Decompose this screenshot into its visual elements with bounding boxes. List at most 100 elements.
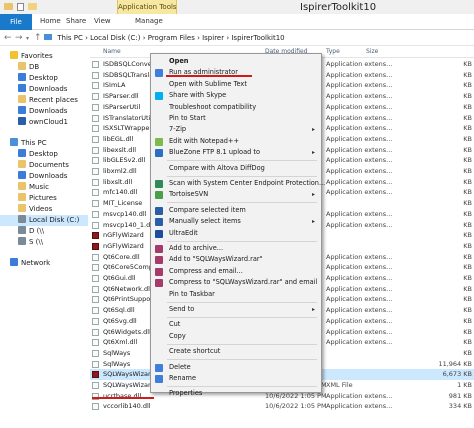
menu-item[interactable]: Scan with System Center Endpoint Protect…: [151, 178, 325, 189]
menu-item-label: Copy: [169, 331, 186, 340]
sidebar-item[interactable]: Recent places: [0, 95, 88, 106]
menu-separator: [167, 385, 317, 387]
documents-icon: [18, 160, 26, 168]
sidebar-item[interactable]: Network: [0, 258, 88, 269]
menu-item[interactable]: Share with Skype: [151, 90, 321, 101]
sidebar-item[interactable]: Pictures: [0, 193, 88, 204]
breadcrumb-item[interactable]: IspirerToolkit10: [231, 34, 284, 42]
menu-item[interactable]: TortoiseSVN ▸: [151, 189, 321, 200]
menu-item[interactable]: Properties: [151, 388, 321, 399]
menu-item[interactable]: Compare with Altova DiffDog: [151, 163, 321, 174]
menu-item[interactable]: Compress to "SQLWaysWizard.rar" and emai…: [151, 277, 321, 288]
forward-icon[interactable]: →: [15, 33, 23, 43]
file-type: Application extens...: [326, 274, 393, 282]
sidebar-item[interactable]: Desktop: [0, 149, 88, 160]
sidebar-item-label: Documents: [29, 161, 69, 169]
menu-item[interactable]: Delete: [151, 362, 321, 373]
sidebar-item[interactable]: Desktop: [0, 73, 88, 84]
file-size: KB: [463, 295, 472, 304]
new-folder-icon[interactable]: [28, 3, 37, 10]
file-type: Application extens...: [326, 252, 393, 261]
menu-item[interactable]: Add to "SQLWaysWizard.rar": [151, 254, 321, 265]
file-name: msvcp140_1.dll: [103, 220, 154, 229]
column-name[interactable]: Name: [103, 48, 121, 55]
music-icon: [18, 182, 26, 190]
menu-item[interactable]: Add to archive...: [151, 243, 321, 254]
menu-item[interactable]: Pin to Taskbar: [151, 289, 321, 300]
breadcrumb[interactable]: This PC › Local Disk (C:) › Program File…: [44, 30, 285, 46]
menu-item-label: Compress to "SQLWaysWizard.rar" and emai…: [169, 278, 318, 287]
menu-item[interactable]: Open: [151, 56, 321, 67]
menu-item[interactable]: Open with Sublime Text: [151, 79, 321, 90]
menu-item[interactable]: BlueZone FTP 8.1 upload to ▸: [151, 147, 321, 158]
tab-manage[interactable]: Manage: [135, 17, 163, 25]
quick-access-toolbar[interactable]: [4, 2, 44, 12]
column-type[interactable]: Type: [326, 48, 340, 55]
menu-item-label: Compress and email...: [169, 266, 243, 275]
file-size: KB: [463, 231, 472, 240]
menu-item[interactable]: Edit with Notepad++: [151, 136, 321, 147]
file-icon: [92, 253, 99, 261]
sidebar-item[interactable]: Downloads: [0, 171, 88, 182]
file-icon: [92, 82, 99, 90]
recent-locations-icon[interactable]: ▾: [26, 35, 29, 42]
sidebar-item[interactable]: Downloads: [0, 106, 88, 117]
sidebar-item[interactable]: D (\\: [0, 226, 88, 237]
menu-item[interactable]: UltraEdit: [151, 228, 321, 239]
tab-view[interactable]: View: [94, 17, 111, 25]
file-size: KB: [463, 113, 472, 122]
menu-item[interactable]: 7-Zip ▸: [151, 124, 321, 135]
file-size: KB: [463, 209, 472, 218]
menu-item[interactable]: Manually select items ▸: [151, 216, 321, 227]
file-type: Application extens...: [326, 60, 393, 68]
menu-item[interactable]: Compare selected item: [151, 205, 321, 216]
file-type: Application extens...: [326, 92, 393, 101]
table-row[interactable]: vccorlib140.dll 10/6/2022 1:05 PM Applicat…: [90, 401, 474, 412]
menu-item[interactable]: Copy: [151, 331, 321, 342]
menu-item[interactable]: Rename: [151, 373, 321, 384]
file-type: Application extens...: [326, 391, 393, 400]
tab-share[interactable]: Share: [66, 17, 86, 25]
sidebar-item[interactable]: Favorites: [0, 51, 88, 62]
column-size[interactable]: Size: [366, 48, 378, 55]
sidebar-item-label: Favorites: [21, 52, 53, 60]
menu-item[interactable]: Pin to Start: [151, 113, 321, 124]
properties-icon[interactable]: [17, 3, 24, 11]
menu-item[interactable]: Cut: [151, 319, 321, 330]
up-icon[interactable]: ↑: [34, 33, 42, 43]
sidebar-item[interactable]: DB: [0, 62, 88, 73]
skype-icon: [155, 92, 163, 101]
pictures-icon: [18, 193, 26, 201]
sidebar-item[interactable]: S (\\: [0, 237, 88, 248]
breadcrumb-item[interactable]: Ispirer: [202, 34, 224, 42]
file-icon: [92, 168, 99, 175]
sidebar-item[interactable]: Documents: [0, 160, 88, 171]
file-name: libxml2.dll: [103, 167, 137, 175]
file-icon: [92, 307, 99, 315]
file-type: Application extens...: [326, 145, 393, 154]
breadcrumb-item[interactable]: This PC: [57, 34, 83, 42]
menu-item[interactable]: Create shortcut: [151, 346, 321, 357]
drive-icon: [18, 215, 26, 223]
tab-file[interactable]: File: [0, 14, 32, 30]
breadcrumb-item[interactable]: Program Files: [148, 34, 195, 42]
file-icon: [92, 146, 99, 154]
sidebar-item[interactable]: Local Disk (C:): [0, 215, 88, 226]
sidebar-item[interactable]: Music: [0, 182, 88, 193]
file-icon: [92, 189, 99, 197]
file-icon: [92, 264, 99, 272]
menu-item[interactable]: Compress and email...: [151, 266, 321, 277]
sidebar-item[interactable]: ownCloud1: [0, 117, 88, 128]
sidebar-item[interactable]: Downloads: [0, 84, 88, 95]
breadcrumb-item[interactable]: Local Disk (C:): [90, 34, 140, 42]
file-name: ISDBSQLTranslat: [103, 70, 156, 79]
menu-item-label: Pin to Start: [169, 114, 206, 122]
back-icon[interactable]: ←: [4, 33, 12, 43]
menu-item[interactable]: Send to ▸: [151, 304, 321, 315]
sidebar-item-label: Pictures: [29, 194, 57, 202]
sidebar-item[interactable]: This PC: [0, 138, 88, 149]
sidebar-item-label: S (\\: [29, 238, 44, 246]
sidebar-item[interactable]: Videos: [0, 204, 88, 215]
tab-home[interactable]: Home: [40, 17, 61, 25]
menu-item[interactable]: Troubleshoot compatibility: [151, 102, 321, 113]
